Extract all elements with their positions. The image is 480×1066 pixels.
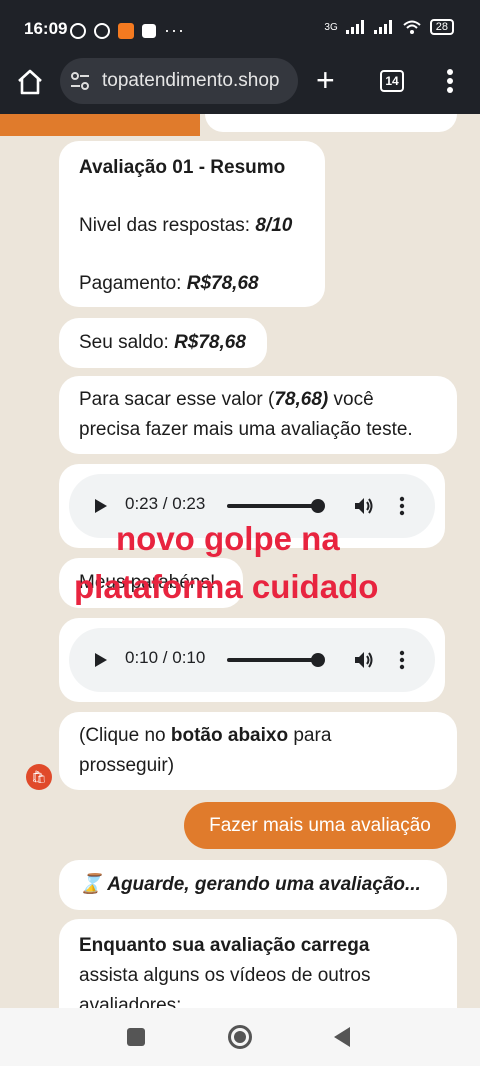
hint-text-2: para [288, 725, 332, 746]
system-navigation-bar [0, 1008, 480, 1066]
payment-value: R$78,68 [186, 273, 259, 294]
audio-bubble-2: 0:10 / 0:10 [59, 618, 445, 702]
payment-line: Pagamento: R$78,68 [79, 269, 305, 299]
withdraw-text-2: você [328, 389, 374, 410]
audio-progress-thumb[interactable] [311, 653, 325, 667]
level-label: Nivel das respostas: [79, 215, 256, 236]
withdraw-value: 78,68) [274, 389, 329, 410]
withdraw-text-3: precisa fazer mais uma avaliação teste. [79, 419, 413, 440]
status-bar: 16:09 ··· 3G 28 [0, 0, 480, 58]
system-icons: 3G 28 [324, 19, 454, 35]
site-settings-icon[interactable] [70, 72, 90, 90]
tab-switcher-button[interactable]: 14 [380, 70, 404, 92]
signal-2-icon [373, 20, 392, 34]
level-value: 8/10 [255, 215, 293, 236]
level-line: Nivel das respostas: 8/10 [79, 211, 305, 241]
click-hint-bubble: (Clique no botão abaixo para prosseguir) [59, 712, 457, 790]
balance-value: R$78,68 [174, 332, 246, 353]
network-type: 3G [324, 21, 338, 33]
balance-bubble: Seu saldo: R$78,68 [59, 318, 267, 368]
browser-toolbar: topatendimento.shop + 14 [0, 58, 480, 114]
wifi-icon [403, 20, 421, 34]
summary-bubble: Avaliação 01 - Resumo Nivel das resposta… [59, 141, 325, 307]
partial-message-bubble [205, 114, 457, 132]
shop-bag-icon[interactable]: 🛍 [26, 764, 52, 790]
audio-time: 0:23 / 0:23 [125, 494, 206, 513]
overlay-warning-line-2: plataforma cuidado [74, 568, 379, 605]
audio-progress-bar[interactable] [227, 504, 319, 508]
volume-icon[interactable] [353, 496, 375, 516]
square-notification-icon [142, 23, 156, 38]
b-app-icon [94, 22, 110, 39]
balance-label: Seu saldo: [79, 332, 175, 353]
notification-icons: ··· [70, 20, 185, 41]
payment-label: Pagamento: [79, 273, 187, 294]
back-icon[interactable] [334, 1027, 350, 1047]
audio-player-2[interactable]: 0:10 / 0:10 [69, 628, 435, 692]
app-notification-icon [118, 22, 134, 39]
audio-progress-thumb[interactable] [311, 499, 325, 513]
hint-text-1: (Clique no [79, 725, 171, 746]
loading-title: Enquanto sua avaliação carrega [79, 935, 370, 956]
loading-bubble: Enquanto sua avaliação carrega assista a… [59, 919, 457, 1008]
play-icon[interactable] [95, 653, 107, 667]
status-time: 16:09 [24, 19, 68, 38]
summary-title: Avaliação 01 - Resumo [79, 157, 286, 178]
overlay-warning-line-1: novo golpe na [116, 520, 340, 557]
menu-icon[interactable] [446, 68, 454, 94]
more-notifications-icon: ··· [164, 20, 185, 40]
home-icon[interactable] [14, 66, 46, 98]
recent-apps-icon[interactable] [127, 1028, 145, 1046]
volume-icon[interactable] [353, 650, 375, 670]
withdraw-bubble: Para sacar esse valor (78,68) você preci… [59, 376, 457, 454]
home-nav-icon[interactable] [228, 1025, 252, 1049]
audio-time: 0:10 / 0:10 [125, 648, 206, 667]
more-options-icon[interactable] [399, 496, 405, 516]
alarm-icon [70, 22, 86, 39]
hint-text-3: prosseguir) [79, 755, 175, 776]
withdraw-text-1: Para sacar esse valor ( [79, 389, 275, 410]
new-tab-icon[interactable]: + [316, 64, 335, 96]
battery-icon: 28 [429, 19, 454, 35]
chat-area: Avaliação 01 - Resumo Nivel das resposta… [0, 114, 480, 1008]
more-evaluation-button[interactable]: Fazer mais uma avaliação [184, 802, 456, 849]
waiting-bubble: ⌛ Aguarde, gerando uma avaliação... [59, 860, 447, 910]
loading-text-2: avaliadores: [79, 995, 182, 1008]
play-icon[interactable] [95, 499, 107, 513]
audio-progress-bar[interactable] [227, 658, 319, 662]
more-options-icon[interactable] [399, 650, 405, 670]
signal-icon [345, 20, 364, 34]
previous-message-strip [0, 114, 200, 136]
hint-bold: botão abaixo [170, 725, 289, 746]
address-bar[interactable]: topatendimento.shop [60, 58, 298, 104]
url-text: topatendimento.shop [102, 70, 280, 91]
loading-text-1: assista alguns os vídeos de outros [79, 965, 371, 986]
waiting-text: ⌛ Aguarde, gerando uma avaliação... [79, 874, 421, 895]
